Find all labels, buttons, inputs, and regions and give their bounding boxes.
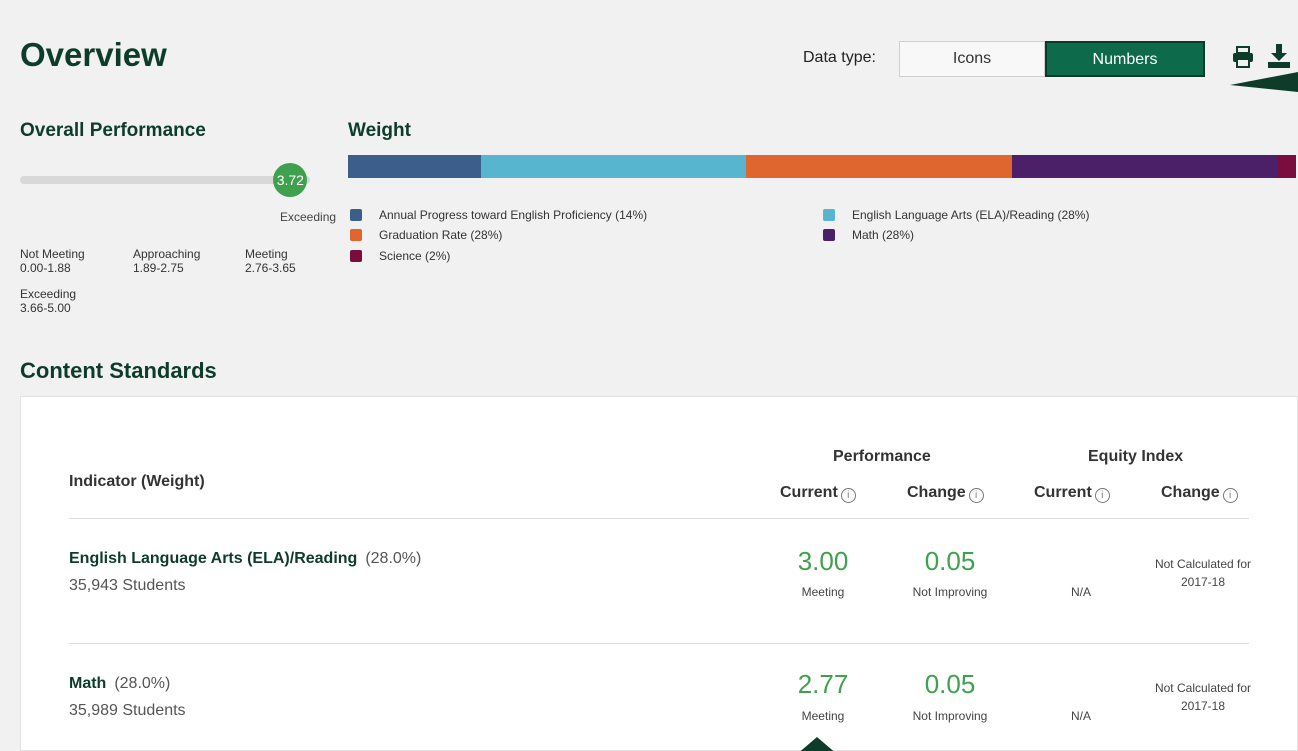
legend-swatch xyxy=(350,209,362,221)
data-type-label: Data type: xyxy=(803,49,876,66)
indicator-name[interactable]: Math (28.0%) xyxy=(69,675,170,693)
col-indicator-header: Indicator (Weight) xyxy=(69,473,205,490)
performance-current-value: 3.00 xyxy=(797,546,849,576)
overall-performance-heading: Overall Performance xyxy=(20,120,206,141)
performance-current-label: Meeting xyxy=(801,585,845,599)
numbers-toggle-button[interactable]: Numbers xyxy=(1045,41,1205,77)
divider xyxy=(69,518,1249,519)
equity-current-header: Current i xyxy=(1034,484,1110,503)
performance-change-value: 0.05 xyxy=(924,546,976,576)
equity-change-value: Not Calculated for 2017-18 xyxy=(1154,681,1252,713)
range-meeting: Meeting 2.76-3.65 xyxy=(245,247,296,275)
legend-ela-reading: English Language Arts (ELA)/Reading (28%… xyxy=(823,208,1089,222)
performance-group-header: Performance xyxy=(833,448,931,465)
performance-change-label: Not Improving xyxy=(912,585,988,599)
performance-change-label: Not Improving xyxy=(912,709,988,723)
weight-segment xyxy=(1011,155,1278,178)
legend-graduation-rate: Graduation Rate (28%) xyxy=(350,228,502,242)
performance-change-value: 0.05 xyxy=(924,669,976,699)
perf-current-header: Current i xyxy=(780,484,856,503)
info-icon[interactable]: i xyxy=(1222,488,1238,503)
legend-swatch xyxy=(823,229,835,241)
overall-score-badge: 3.72 xyxy=(273,163,308,197)
content-standards-card: Indicator (Weight) Performance Equity In… xyxy=(20,396,1298,751)
tooltip-pointer xyxy=(789,737,845,751)
info-icon[interactable]: i xyxy=(968,488,984,503)
download-icon[interactable] xyxy=(1268,44,1290,68)
equity-change-header: Change i xyxy=(1161,484,1238,503)
equity-index-group-header: Equity Index xyxy=(1088,448,1184,465)
weight-segment xyxy=(746,155,1012,178)
perf-change-header: Change i xyxy=(907,484,984,503)
info-icon[interactable]: i xyxy=(840,488,856,503)
page-title: Overview xyxy=(20,36,167,73)
divider xyxy=(69,643,1249,644)
equity-change-value: Not Calculated for 2017-18 xyxy=(1154,557,1252,589)
student-count: 35,989 Students xyxy=(69,702,186,719)
performance-current-label: Meeting xyxy=(801,709,845,723)
range-exceeding: Exceeding 3.66-5.00 xyxy=(20,287,77,315)
legend-swatch xyxy=(823,209,835,221)
weight-segment xyxy=(348,155,481,178)
range-not-meeting: Not Meeting 0.00-1.88 xyxy=(20,247,85,275)
icons-toggle-button[interactable]: Icons xyxy=(899,41,1045,77)
print-icon[interactable] xyxy=(1232,46,1254,68)
range-approaching: Approaching 1.89-2.75 xyxy=(133,247,201,275)
weight-segment xyxy=(1277,155,1296,178)
weight-bar xyxy=(348,155,1296,178)
legend-swatch xyxy=(350,250,362,262)
performance-current-value: 2.77 xyxy=(797,669,849,699)
info-icon[interactable]: i xyxy=(1094,488,1110,503)
content-standards-heading: Content Standards xyxy=(20,358,217,383)
legend-swatch xyxy=(350,229,362,241)
performance-track xyxy=(20,176,310,184)
tooltip-pointer xyxy=(1230,72,1298,92)
equity-current-value: N/A xyxy=(1070,709,1091,723)
indicator-name[interactable]: English Language Arts (ELA)/Reading (28.0… xyxy=(69,550,421,568)
legend-math: Math (28%) xyxy=(823,228,914,242)
indicator-weight: (28.0%) xyxy=(365,550,422,567)
student-count: 35,943 Students xyxy=(69,577,186,594)
weight-segment xyxy=(480,155,747,178)
legend-science: Science (2%) xyxy=(350,249,450,263)
weight-heading: Weight xyxy=(348,120,411,141)
equity-current-value: N/A xyxy=(1070,585,1091,599)
indicator-weight: (28.0%) xyxy=(114,675,171,692)
score-level-label: Exceeding xyxy=(280,210,337,224)
legend-annual-progress: Annual Progress toward English Proficien… xyxy=(350,208,647,222)
